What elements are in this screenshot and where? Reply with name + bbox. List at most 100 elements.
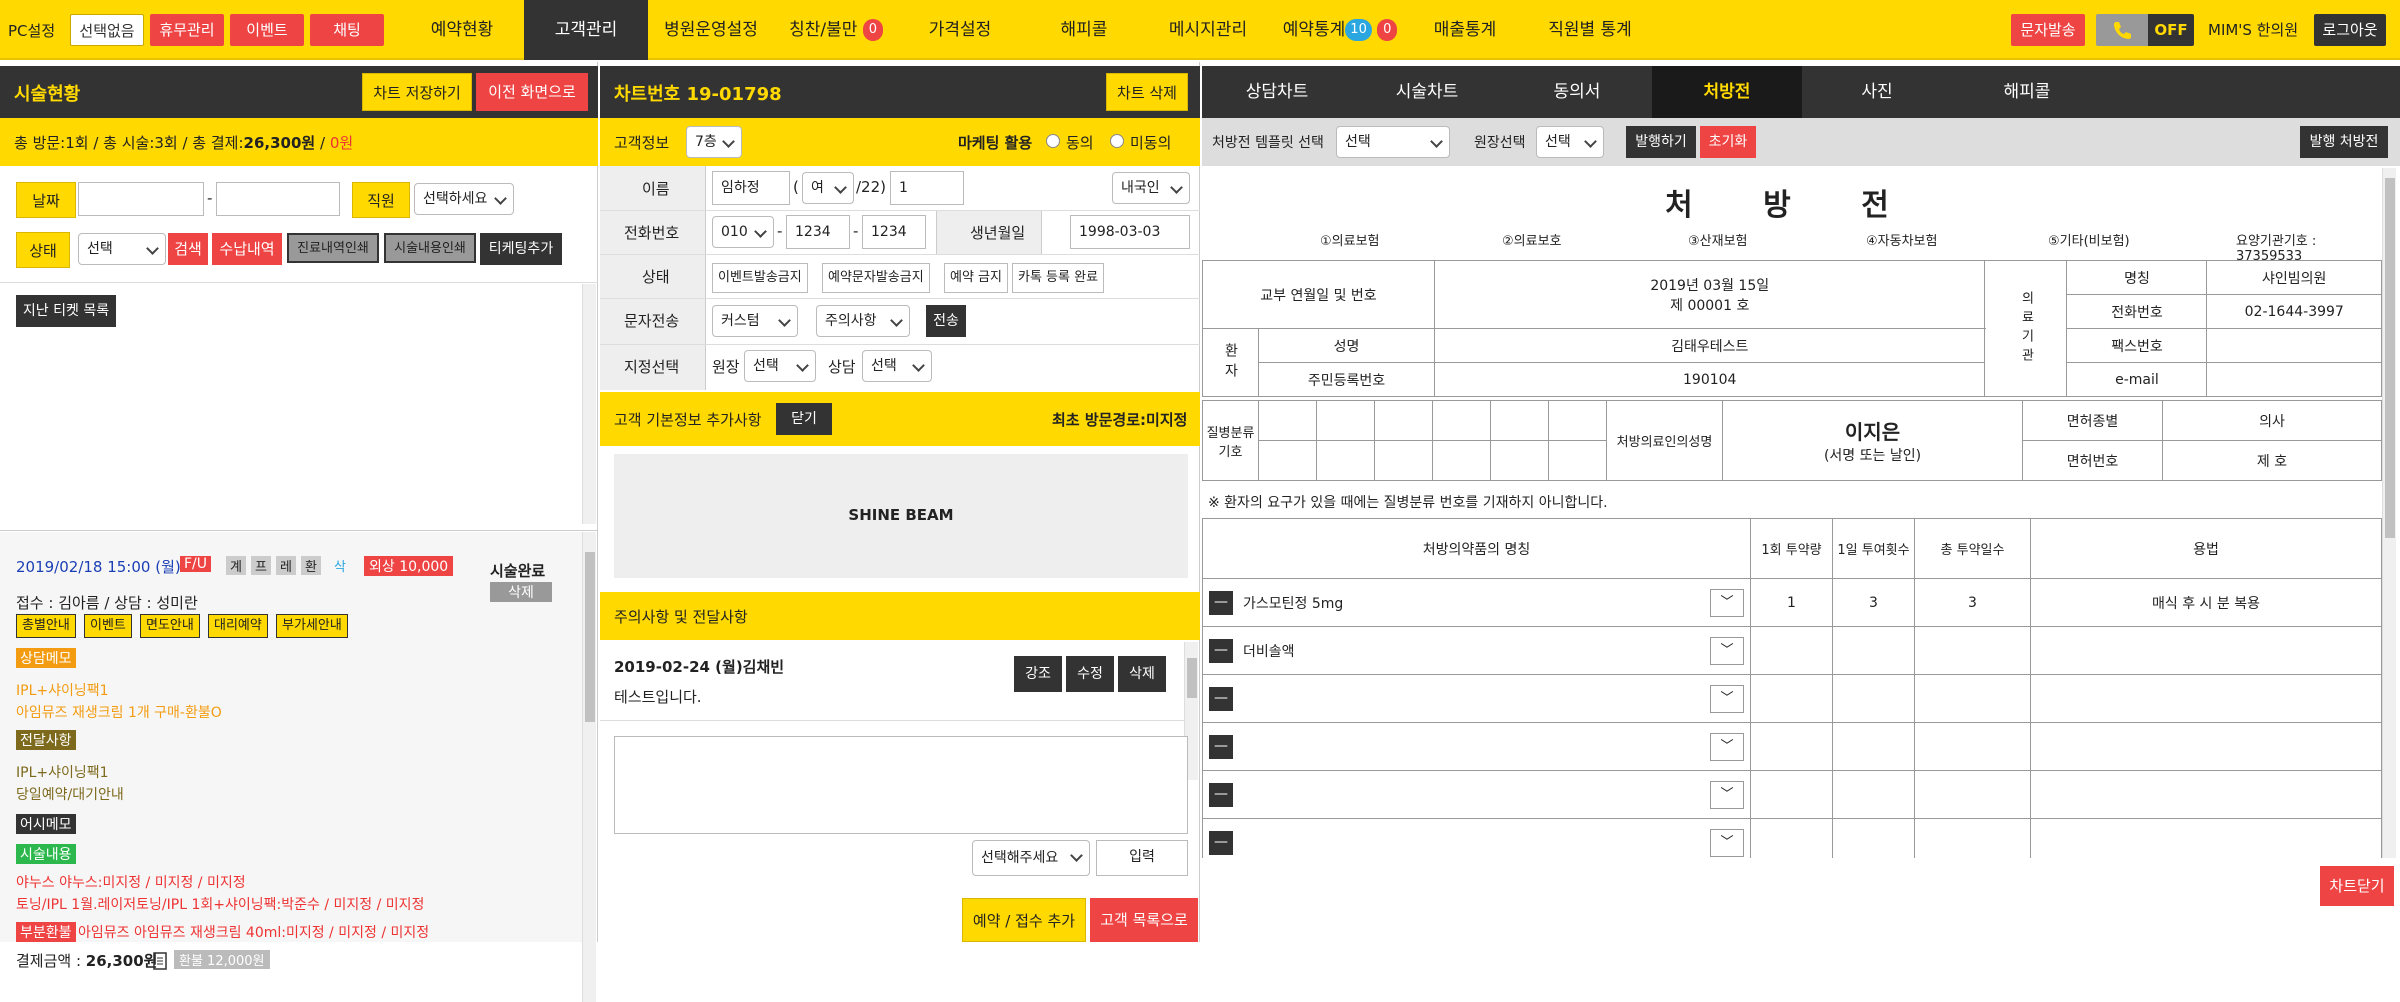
drug-select-chevron-icon[interactable]: ﹀ — [1710, 829, 1744, 857]
remove-drug-button[interactable]: — — [1209, 734, 1233, 759]
select-none-button[interactable]: 선택없음 — [70, 14, 144, 46]
disease-code-cell[interactable] — [1548, 440, 1607, 481]
drug-name[interactable]: 더비솔액 — [1243, 644, 1295, 660]
floor-select[interactable]: 7층 — [686, 126, 742, 158]
guide-tag[interactable]: 총별안내 — [16, 614, 76, 638]
disease-code-cell[interactable] — [1432, 440, 1491, 481]
tab-photo[interactable]: 사진 — [1802, 66, 1952, 118]
chat-button[interactable]: 채팅 — [310, 14, 384, 46]
visit-scrollbar-thumb[interactable] — [585, 552, 595, 722]
drug-usage[interactable] — [2030, 674, 2382, 723]
disease-code-cell[interactable] — [1258, 440, 1317, 481]
nav-staff-stats[interactable]: 직원별 통계 — [1520, 0, 1660, 60]
rest-manage-button[interactable]: 휴무관리 — [150, 14, 224, 46]
mark-delete[interactable]: 삭 — [334, 556, 346, 575]
drug-dose[interactable] — [1750, 818, 1833, 858]
drug-days[interactable]: 3 — [1914, 578, 2031, 627]
disease-code-cell[interactable] — [1548, 400, 1607, 441]
reset-button[interactable]: 초기화 — [1700, 126, 1756, 158]
drug-usage[interactable] — [2030, 770, 2382, 819]
disagree-radio[interactable] — [1110, 134, 1124, 148]
remove-drug-button[interactable]: — — [1209, 782, 1233, 807]
emphasize-button[interactable]: 강조 — [1014, 656, 1062, 692]
disease-code-cell[interactable] — [1316, 400, 1375, 441]
issue-button[interactable]: 발행하기 — [1626, 126, 1696, 158]
pc-setting-link[interactable]: PC설정 — [8, 20, 55, 41]
drug-days[interactable] — [1914, 722, 2031, 771]
phone-mid-input[interactable]: 1234 — [786, 215, 850, 249]
drug-days[interactable] — [1914, 674, 2031, 723]
receipt-icon[interactable] — [152, 952, 168, 970]
add-reservation-button[interactable]: 예약 / 접수 추가 — [962, 898, 1086, 942]
nav-reserve-stats[interactable]: 예약통계 10 0 — [1270, 0, 1410, 60]
visit-scrollbar[interactable] — [582, 532, 596, 1002]
staff-select[interactable]: 선택하세요 — [414, 183, 514, 215]
note-scrollbar-thumb[interactable] — [1187, 658, 1197, 698]
disease-code-cell[interactable] — [1316, 440, 1375, 481]
tab-prescription[interactable]: 처방전 — [1652, 66, 1802, 118]
nav-praise[interactable]: 칭찬/불만 0 — [774, 0, 898, 60]
past-ticket-list-button[interactable]: 지난 티켓 목록 — [16, 295, 116, 327]
drug-dose[interactable] — [1750, 770, 1833, 819]
guide-tag[interactable]: 부가세안내 — [276, 614, 348, 638]
date-end-input[interactable] — [216, 182, 340, 216]
save-chart-button[interactable]: 차트 저장하기 — [362, 73, 472, 111]
sms-send-button[interactable]: 전송 — [926, 305, 966, 337]
drug-daily[interactable] — [1832, 626, 1915, 675]
disease-code-cell[interactable] — [1490, 440, 1549, 481]
drug-usage[interactable] — [2030, 722, 2382, 771]
note-submit-button[interactable]: 입력 — [1096, 840, 1188, 876]
guide-tag[interactable]: 대리예약 — [208, 614, 268, 638]
disease-code-cell[interactable] — [1374, 400, 1433, 441]
status-tag[interactable]: 예약 금지 — [944, 263, 1008, 293]
customer-list-button[interactable]: 고객 목록으로 — [1090, 898, 1198, 942]
director-select[interactable]: 선택 — [744, 350, 816, 382]
drug-days[interactable] — [1914, 770, 2031, 819]
drug-dose[interactable] — [1750, 722, 1833, 771]
status-tag[interactable]: 카톡 등록 완료 — [1012, 263, 1105, 293]
phone-toggle[interactable] — [2096, 14, 2148, 46]
note-textarea[interactable] — [614, 736, 1188, 834]
nav-price[interactable]: 가격설정 — [898, 0, 1022, 60]
drug-select-chevron-icon[interactable]: ﹀ — [1710, 637, 1744, 665]
remove-drug-button[interactable]: — — [1209, 638, 1233, 663]
nav-hospital-settings[interactable]: 병원운영설정 — [648, 0, 774, 60]
drug-dose[interactable]: 1 — [1750, 578, 1833, 627]
status-select[interactable]: 선택 — [78, 233, 166, 265]
name-input[interactable]: 임하정 — [712, 171, 790, 205]
disease-code-cell[interactable] — [1374, 440, 1433, 481]
chart-delete-button[interactable]: 차트 삭제 — [1106, 73, 1188, 111]
nav-message[interactable]: 메시지관리 — [1146, 0, 1270, 60]
print-treatment-button[interactable]: 진료내역인쇄 — [287, 233, 379, 263]
search-button[interactable]: 검색 — [168, 233, 208, 265]
drug-daily[interactable]: 3 — [1832, 578, 1915, 627]
drug-daily[interactable] — [1832, 722, 1915, 771]
drug-days[interactable] — [1914, 626, 2031, 675]
drug-select-chevron-icon[interactable]: ﹀ — [1710, 589, 1744, 617]
event-button[interactable]: 이벤트 — [230, 14, 304, 46]
remove-drug-button[interactable]: — — [1209, 830, 1233, 855]
drug-days[interactable] — [1914, 818, 2031, 858]
prescription-scrollbar-thumb[interactable] — [2385, 178, 2395, 538]
issued-prescriptions-button[interactable]: 발행 처방전 — [2300, 126, 2388, 158]
remove-drug-button[interactable]: — — [1209, 686, 1233, 711]
phone-prefix-select[interactable]: 010 — [712, 216, 774, 248]
prev-screen-button[interactable]: 이전 화면으로 — [476, 73, 588, 111]
tab-consent[interactable]: 동의서 — [1502, 66, 1652, 118]
drug-select-chevron-icon[interactable]: ﹀ — [1710, 733, 1744, 761]
drug-daily[interactable] — [1832, 674, 1915, 723]
status-tag[interactable]: 이벤트발송금지 — [712, 263, 808, 293]
disease-code-cell[interactable] — [1432, 400, 1491, 441]
nav-happycall[interactable]: 해피콜 — [1022, 0, 1146, 60]
sms-template-select[interactable]: 주의사항 — [816, 305, 910, 337]
gender-select[interactable]: 여 — [802, 172, 854, 204]
tab-procedure-chart[interactable]: 시술차트 — [1352, 66, 1502, 118]
drug-dose[interactable] — [1750, 674, 1833, 723]
disease-code-cell[interactable] — [1258, 400, 1317, 441]
edit-button[interactable]: 수정 — [1066, 656, 1114, 692]
template-select[interactable]: 선택 — [1336, 126, 1450, 158]
drug-usage[interactable] — [2030, 818, 2382, 858]
drug-daily[interactable] — [1832, 770, 1915, 819]
delete-button[interactable]: 삭제 — [1118, 656, 1166, 692]
nav-customer[interactable]: 고객관리 — [524, 0, 648, 60]
